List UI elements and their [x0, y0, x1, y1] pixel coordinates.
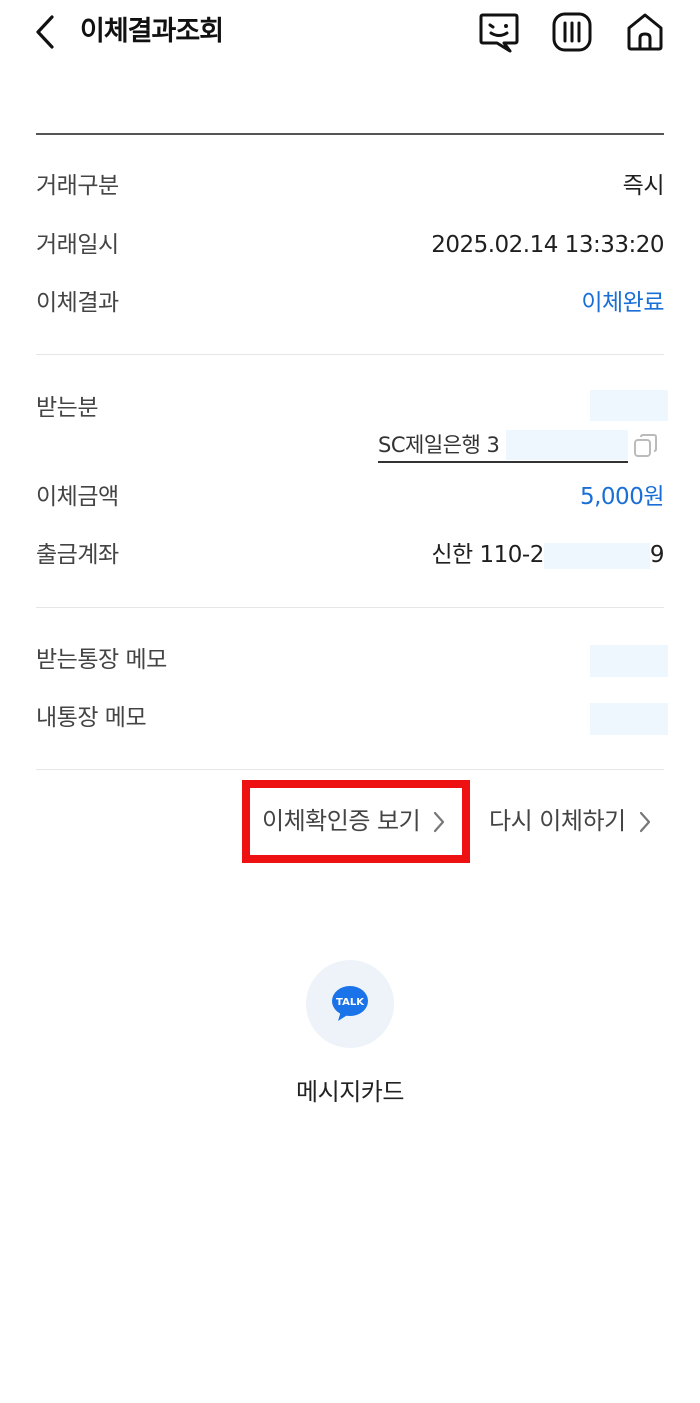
- section-top-divider: [36, 133, 664, 135]
- top-app-bar: 이체결과조회: [0, 0, 700, 64]
- back-button[interactable]: [30, 12, 64, 52]
- divider: [36, 769, 664, 770]
- home-button[interactable]: [623, 10, 667, 54]
- page-title: 이체결과조회: [80, 16, 224, 47]
- transaction-type-label: 거래구분: [36, 173, 119, 199]
- transaction-datetime-label: 거래일시: [36, 232, 119, 258]
- withdrawal-account-prefix: 신한 110-2: [431, 542, 544, 568]
- amount-label: 이체금액: [36, 484, 119, 510]
- transaction-datetime-value: 2025.02.14 13:33:20: [431, 232, 664, 258]
- withdrawal-account-label: 출금계좌: [36, 542, 119, 568]
- recipient-name-redaction: [590, 390, 668, 421]
- recipient-bank-account-text: SC제일은행 3: [378, 433, 500, 457]
- my-memo-redaction: [590, 703, 668, 735]
- amount-value: 5,000원: [579, 484, 665, 510]
- transfer-again-label: 다시 이체하기: [489, 807, 626, 835]
- menu-button[interactable]: [550, 10, 594, 54]
- recipient-memo-label: 받는통장 메모: [36, 647, 167, 673]
- back-icon: [36, 15, 54, 49]
- withdrawal-account-value: 신한 110-2 9: [404, 540, 665, 570]
- divider: [36, 354, 664, 355]
- highlight-box: [242, 780, 470, 863]
- copy-account-button[interactable]: [632, 432, 660, 460]
- chat-icon: [479, 13, 519, 53]
- transfer-result-label: 이체결과: [36, 290, 119, 316]
- divider: [36, 607, 664, 608]
- withdrawal-account-suffix: 9: [649, 542, 665, 568]
- withdrawal-account-redaction: [543, 542, 650, 569]
- menu-icon: [552, 12, 592, 52]
- transaction-type-value: 즉시: [622, 173, 665, 199]
- chatbot-button[interactable]: [477, 10, 521, 54]
- recipient-memo-redaction: [590, 645, 668, 677]
- kakaotalk-icon: TALK: [332, 986, 368, 1021]
- transfer-result-value: 이체완료: [581, 290, 664, 316]
- transfer-again-link[interactable]: 다시 이체하기: [489, 804, 652, 838]
- my-memo-label: 내통장 메모: [36, 705, 147, 731]
- recipient-bank-account: SC제일은행 3: [378, 430, 628, 463]
- talk-badge-text: TALK: [336, 997, 365, 1008]
- home-icon: [627, 13, 663, 51]
- copy-icon: [634, 434, 657, 457]
- recipient-label: 받는분: [36, 395, 98, 421]
- message-card-label: 메시지카드: [296, 1078, 404, 1106]
- account-number-redaction: [506, 430, 628, 460]
- chevron-right-icon: [639, 811, 650, 833]
